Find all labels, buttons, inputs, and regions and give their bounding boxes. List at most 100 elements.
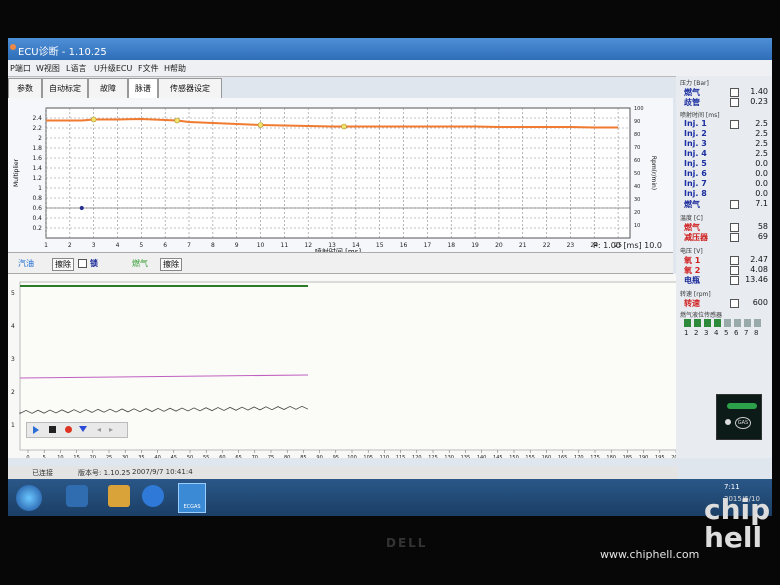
gas-level-number: 6: [734, 329, 739, 337]
panel-row-value: 2.47: [750, 255, 768, 264]
menu-upgrade-ecu[interactable]: U升级ECU: [94, 63, 132, 74]
erase-petrol-button[interactable]: 擦除: [52, 258, 74, 271]
lower-x-tick: 65: [235, 455, 241, 458]
media-player-icon[interactable]: [66, 485, 88, 507]
panel-row-checkbox[interactable]: [730, 120, 739, 129]
panel-row-label: 燃气: [684, 200, 700, 209]
lower-x-tick: 190: [639, 455, 649, 458]
panel-row-checkbox[interactable]: [730, 256, 739, 265]
lower-y-tick: 3: [11, 356, 15, 363]
start-button[interactable]: [16, 485, 42, 511]
panel-row: 燃气 1.40: [684, 87, 770, 97]
lower-x-tick: 165: [558, 455, 568, 458]
lower-x-tick: 50: [187, 455, 193, 458]
play-icon[interactable]: [33, 426, 39, 434]
x-tick-label: 17: [424, 242, 432, 249]
panel-row-checkbox[interactable]: [730, 276, 739, 285]
panel-row: 氧 1 2.47: [684, 255, 770, 265]
panel-row: Inj. 2 2.5: [684, 129, 770, 139]
lower-x-tick: 75: [268, 455, 274, 458]
panel-row-value: 2.5: [755, 149, 768, 158]
y2-tick-label: 80: [634, 132, 640, 138]
x-tick-label: 2: [68, 242, 72, 249]
next-icon[interactable]: ▸: [109, 425, 113, 434]
ie-icon[interactable]: [142, 485, 164, 507]
panel-row-checkbox[interactable]: [730, 233, 739, 242]
lower-y-tick: 4: [11, 323, 15, 330]
gas-level-led: [704, 319, 711, 327]
panel-row: 歧管 0.23: [684, 97, 770, 107]
gas-level-led: [684, 319, 691, 327]
menu-view[interactable]: W视图: [36, 63, 60, 74]
y-tick-label: 0.8: [32, 195, 42, 202]
window-titlebar[interactable]: ECU诊断 - 1.10.25: [8, 38, 772, 60]
lower-x-tick: 90: [316, 455, 322, 458]
tab-sensor-settings[interactable]: 传感器设定: [158, 78, 222, 98]
panel-row-label: Inj. 8: [684, 189, 707, 198]
clock-time: 7:11: [724, 483, 740, 491]
tab-auto-calibration[interactable]: 自动标定: [42, 78, 88, 98]
panel-row-value: 7.1: [755, 199, 768, 208]
panel-row-checkbox[interactable]: [730, 88, 739, 97]
menu-port[interactable]: P端口: [10, 63, 31, 74]
panel-row-checkbox[interactable]: [730, 299, 739, 308]
erase-gas-button[interactable]: 擦除: [160, 258, 182, 271]
y-axis-label: Multiplier: [13, 158, 20, 187]
x-tick-label: 11: [281, 242, 289, 249]
panel-row-checkbox[interactable]: [730, 98, 739, 107]
y2-axis-label: Rpm(r/min): [650, 156, 657, 190]
x-tick-label: 6: [163, 242, 167, 249]
explorer-icon[interactable]: [108, 485, 130, 507]
panel-row-checkbox[interactable]: [730, 223, 739, 232]
lower-x-tick: 70: [252, 455, 258, 458]
panel-row-label: Inj. 4: [684, 149, 707, 158]
dell-logo: DELL: [386, 536, 428, 550]
top-chart[interactable]: 1 2 3 4 5 6 7 8 9 10 11 12 13 14 15 16 17 18 19 20 21 22 23 24 2…: [8, 98, 673, 256]
prev-icon[interactable]: ◂: [97, 425, 101, 434]
panel-row-label: Inj. 6: [684, 169, 707, 178]
menu-language[interactable]: L语言: [66, 63, 86, 74]
download-icon[interactable]: [79, 426, 87, 432]
x-tick-label: 21: [519, 242, 527, 249]
y-tick-label: 2.4: [32, 115, 42, 122]
menu-help[interactable]: H帮助: [164, 63, 186, 74]
calibration-point: [90, 116, 97, 123]
tab-params[interactable]: 参数: [8, 78, 42, 98]
panel-row-value: 600: [752, 298, 768, 307]
ecgas-app-button[interactable]: ECGAS: [178, 483, 206, 513]
panel-row-label: Inj. 1: [684, 119, 707, 128]
gas-level-number: 3: [704, 329, 709, 337]
lower-x-tick: 105: [363, 455, 373, 458]
y-tick-label: 0.6: [32, 205, 42, 212]
y-tick-label: 2: [38, 135, 42, 142]
panel-row-label: 电瓶: [684, 276, 700, 285]
y2-tick-label: 50: [634, 171, 640, 177]
y2-tick-label: 100: [634, 106, 644, 112]
y2-tick-label: 10: [634, 223, 640, 229]
gas-level-number: 8: [754, 329, 759, 337]
panel-row-label: Inj. 7: [684, 179, 707, 188]
tab-map[interactable]: 脉谱: [128, 78, 158, 98]
panel-row: Inj. 8 0.0: [684, 189, 770, 199]
panel-row-label: 转速: [684, 299, 700, 308]
record-icon[interactable]: [65, 426, 72, 433]
lower-x-tick: 15: [73, 455, 79, 458]
menu-file[interactable]: F文件: [138, 63, 159, 74]
lock-checkbox[interactable]: [78, 259, 87, 268]
panel-row-checkbox[interactable]: [730, 200, 739, 209]
lower-x-tick: 85: [300, 455, 306, 458]
tab-faults[interactable]: 故障: [88, 78, 128, 98]
gas-badge: GAS: [735, 417, 751, 429]
menu-bar: P端口 W视图 L语言 U升级ECU F文件 H帮助: [8, 60, 772, 77]
lower-x-tick: 185: [623, 455, 633, 458]
gas-level-led: [714, 319, 721, 327]
panel-row-checkbox[interactable]: [730, 266, 739, 275]
gas-logo: GAS: [716, 394, 762, 440]
x-tick-label: 20: [495, 242, 503, 249]
panel-row-label: 歧管: [684, 98, 700, 107]
panel-row-value: 2.5: [755, 129, 768, 138]
panel-row-label: Inj. 2: [684, 129, 707, 138]
x-tick-label: 10: [257, 242, 265, 249]
stop-icon[interactable]: [49, 426, 56, 433]
panel-row: 燃气 7.1: [684, 199, 770, 209]
